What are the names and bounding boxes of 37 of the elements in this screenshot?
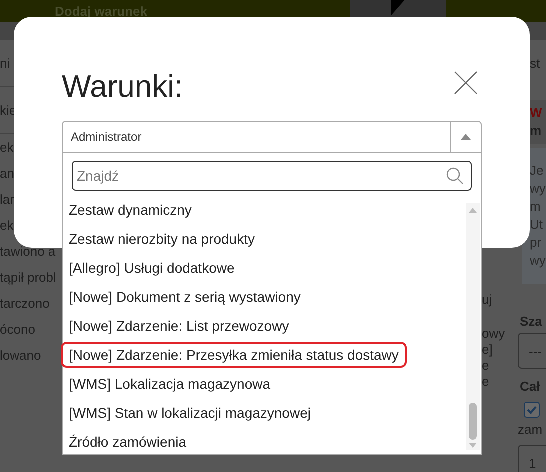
- table-cell-text: owy: [482, 326, 506, 342]
- table-cell: tąpił probl: [0, 270, 56, 284]
- caret-icon: [461, 134, 471, 140]
- checkbox-label: zam: [518, 422, 544, 437]
- table-cell: lowano: [0, 348, 42, 362]
- dropdown-option[interactable]: Zestaw nierozbity na produkty: [61, 226, 263, 252]
- table-cell: an: [0, 166, 14, 180]
- table-cell: ni: [0, 56, 10, 70]
- dropdown-option[interactable]: [Allegro] Usługi dodatkowe: [61, 254, 243, 280]
- dropdown-option[interactable]: [WMS] Lokalizacja magazynowa: [61, 370, 279, 396]
- table-cell-text: e: [482, 374, 490, 390]
- table-cell: tarczono: [0, 296, 50, 310]
- dropdown-option[interactable]: [Nowe] Zdarzenie: List przewozowy: [61, 312, 298, 338]
- dropdown-option[interactable]: [WMS] Stan w lokalizacji magazynowej: [61, 400, 319, 426]
- dropdown-select[interactable]: Administrator: [62, 121, 482, 153]
- dropdown-option[interactable]: Źródło zamówienia: [61, 428, 194, 454]
- table-cell-text: e]: [482, 342, 494, 358]
- dropdown-option[interactable]: [Nowe] Dokument z serią wystawiony: [61, 284, 309, 310]
- dropdown-option[interactable]: Zestaw dynamiczny: [61, 196, 200, 222]
- table-cell: ek: [0, 140, 14, 154]
- dialog-title: Warunki:: [62, 69, 184, 105]
- play-icon: [391, 0, 405, 16]
- table-cell: ek: [0, 218, 14, 232]
- table-cell-text: uj: [482, 292, 494, 308]
- table-cell-text: e: [482, 358, 490, 374]
- close-button[interactable]: [454, 71, 478, 95]
- scrollbar[interactable]: [466, 203, 480, 450]
- search-icon: [446, 167, 464, 185]
- dropdown-option[interactable]: [Nowe] Zdarzenie: Przesyłka zmieniła status dostawy: [61, 342, 407, 368]
- checkbox[interactable]: [524, 402, 540, 418]
- column-header: st: [530, 56, 540, 70]
- section-label: Cał: [519, 379, 542, 394]
- table-cell: lar: [0, 192, 14, 206]
- search-field[interactable]: Znajdź: [72, 161, 472, 191]
- field-label: Sza: [519, 314, 544, 329]
- table-cell: ócono: [0, 322, 36, 336]
- table-cell: tawiono a: [0, 244, 56, 258]
